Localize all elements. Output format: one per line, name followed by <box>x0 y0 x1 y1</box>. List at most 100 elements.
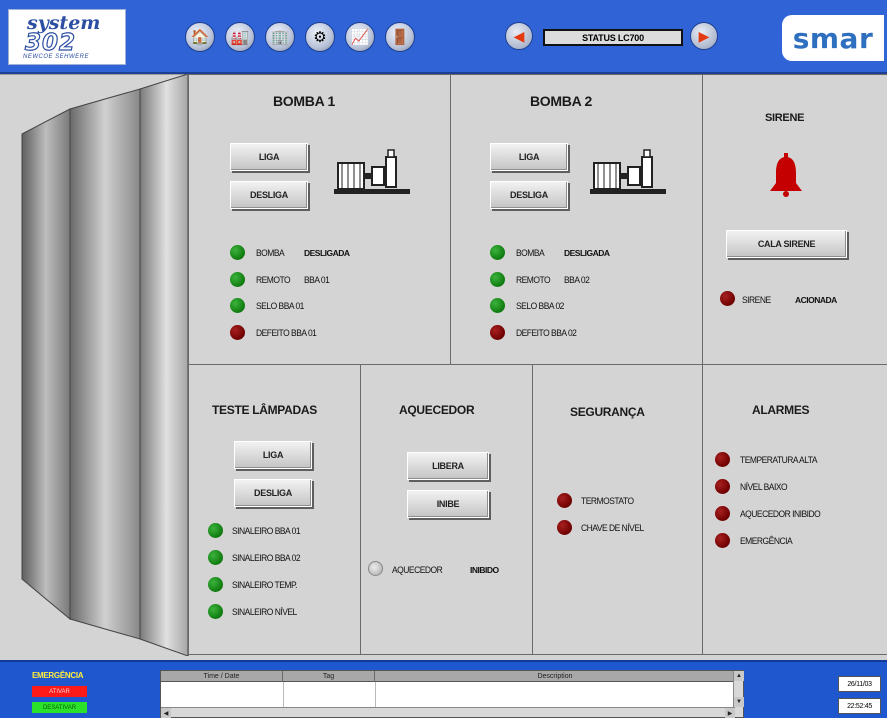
scroll-down-icon[interactable]: ▼ <box>734 697 744 707</box>
bomba2-selo-indicator <box>490 298 505 313</box>
bomba1-selo-indicator <box>230 298 245 313</box>
alarme-emergencia-label: EMERGÊNCIA <box>740 535 793 547</box>
bomba1-defeito-label: DEFEITO BBA 01 <box>256 327 317 339</box>
bomba2-desliga-button[interactable]: DESLIGA <box>490 181 568 209</box>
bomba2-title: BOMBA 2 <box>530 93 592 109</box>
aquecedor-title: AQUECEDOR <box>399 403 475 417</box>
sinaleiro-bba02-indicator <box>208 550 223 565</box>
bomba2-liga-button[interactable]: LIGA <box>490 143 568 171</box>
logo-line2: 302 <box>24 29 77 56</box>
teste-desliga-button[interactable]: DESLIGA <box>234 479 312 507</box>
settings-button[interactable]: ⚙ <box>305 22 335 52</box>
exit-button[interactable]: 🚪 <box>385 22 415 52</box>
status-lc700-button[interactable]: STATUS LC700 <box>543 29 683 46</box>
seguranca-title: SEGURANÇA <box>570 405 645 419</box>
sirene-label: SIRENE <box>742 294 771 306</box>
emergencia-desativar-button[interactable]: DESATIVAR <box>32 702 87 713</box>
bomba1-status-value: DESLIGADA <box>304 248 350 258</box>
factory-icon: 🏭 <box>230 28 250 46</box>
teste-liga-button[interactable]: LIGA <box>234 441 312 469</box>
aquecedor-indicator <box>368 561 383 576</box>
bomba2-defeito-label: DEFEITO BBA 02 <box>516 327 577 339</box>
bomba2-status-indicator <box>490 245 505 260</box>
aquecedor-inibe-button[interactable]: INIBE <box>407 490 489 518</box>
alarme-temperatura-label: TEMPERATURA ALTA <box>740 454 818 466</box>
termostato-label: TERMOSTATO <box>581 495 634 507</box>
pump-icon <box>334 149 410 194</box>
alarme-aquecedor-indicator <box>715 506 730 521</box>
sinaleiro-nivel-indicator <box>208 604 223 619</box>
prev-screen-button[interactable]: ◀ <box>505 22 533 50</box>
bomba2-defeito-indicator <box>490 325 505 340</box>
alarme-aquecedor-label: AQUECEDOR INIBIDO <box>740 508 821 520</box>
column-time-date[interactable]: Time / Date <box>161 671 283 682</box>
cabinet-illustration <box>0 74 190 656</box>
logo-line3: NEWCOE SEHWERE <box>23 54 90 60</box>
bomba2-remoto-label: REMOTO <box>516 274 551 286</box>
teste-lampadas-title: TESTE LÂMPADAS <box>212 403 317 417</box>
bomba1-remoto-value: BBA 01 <box>304 274 330 286</box>
chave-nivel-label: CHAVE DE NÍVEL <box>581 522 644 534</box>
aquecedor-value: INIBIDO <box>470 565 499 575</box>
alarm-table-header: Time / Date Tag Description <box>161 671 735 682</box>
emergencia-ativar-button[interactable]: ATIVAR <box>32 686 87 697</box>
sirene-indicator <box>720 291 735 306</box>
bomba1-title: BOMBA 1 <box>273 93 335 109</box>
chave-nivel-indicator <box>557 520 572 535</box>
alarme-temperatura-indicator <box>715 452 730 467</box>
arrow-left-icon: ◀ <box>513 28 525 44</box>
bomba1-liga-button[interactable]: LIGA <box>230 143 308 171</box>
bomba1-selo-label: SELO BBA 01 <box>256 300 304 312</box>
home-button[interactable]: 🏠 <box>185 22 215 52</box>
arrow-right-icon: ▶ <box>698 28 710 44</box>
alarme-nivel-indicator <box>715 479 730 494</box>
bell-icon <box>770 153 802 197</box>
sinaleiro-bba01-indicator <box>208 523 223 538</box>
column-tag[interactable]: Tag <box>283 671 375 682</box>
emergencia-title: EMERGÊNCIA <box>32 671 84 680</box>
bomba1-desliga-button[interactable]: DESLIGA <box>230 181 308 209</box>
bomba1-remoto-indicator <box>230 272 245 287</box>
bomba1-remoto-label: REMOTO <box>256 274 291 286</box>
header-bar: system 302 NEWCOE SEHWERE 🏠 🏭 🏢 ⚙ 📈 🚪 ◀ … <box>0 0 887 74</box>
system302-logo: system 302 NEWCOE SEHWERE <box>8 9 126 65</box>
building-icon: 🏢 <box>270 28 290 46</box>
footer-bar: EMERGÊNCIA ATIVAR DESATIVAR Time / Date … <box>0 660 887 718</box>
building-button[interactable]: 🏢 <box>265 22 295 52</box>
scroll-up-icon[interactable]: ▲ <box>734 671 744 681</box>
alarmes-title: ALARMES <box>752 403 810 417</box>
smar-logo-text: smar <box>792 21 874 55</box>
smar-logo: smar <box>782 15 884 61</box>
sinaleiro-bba02-label: SINALEIRO BBA 02 <box>232 552 301 564</box>
trend-button[interactable]: 📈 <box>345 22 375 52</box>
current-time: 22:52:45 <box>838 698 881 714</box>
alarme-nivel-label: NÍVEL BAIXO <box>740 481 788 493</box>
scroll-left-icon[interactable]: ◀ <box>161 708 171 718</box>
bomba1-status-indicator <box>230 245 245 260</box>
bomba2-status-value: DESLIGADA <box>564 248 610 258</box>
home-icon: 🏠 <box>190 28 210 46</box>
next-screen-button[interactable]: ▶ <box>690 22 718 50</box>
termostato-indicator <box>557 493 572 508</box>
alarm-log-table[interactable]: Time / Date Tag Description ▲ ▼ ◀ ▶ <box>160 670 744 718</box>
bomba2-status-label: BOMBA <box>516 247 545 259</box>
current-date: 26/11/03 <box>838 676 881 692</box>
main-panel: BOMBA 1 LIGA DESLIGA BOMBA DESLIGADA REM… <box>188 74 887 656</box>
chart-icon: 📈 <box>350 28 370 46</box>
sinaleiro-temp-indicator <box>208 577 223 592</box>
cala-sirene-button[interactable]: CALA SIRENE <box>726 230 847 258</box>
column-description[interactable]: Description <box>375 671 735 682</box>
sirene-title: SIRENE <box>765 112 805 124</box>
sinaleiro-temp-label: SINALEIRO TEMP. <box>232 579 297 591</box>
bomba2-remoto-indicator <box>490 272 505 287</box>
scroll-right-icon[interactable]: ▶ <box>725 708 735 718</box>
sinaleiro-nivel-label: SINALEIRO NÍVEL <box>232 606 297 618</box>
sirene-value: ACIONADA <box>795 295 837 305</box>
aquecedor-libera-button[interactable]: LIBERA <box>407 452 489 480</box>
plant-button[interactable]: 🏭 <box>225 22 255 52</box>
alarm-table-hscroll[interactable]: ◀ ▶ <box>161 707 735 718</box>
aquecedor-label: AQUECEDOR <box>392 564 443 576</box>
bomba2-remoto-value: BBA 02 <box>564 274 590 286</box>
bomba1-status-label: BOMBA <box>256 247 285 259</box>
sinaleiro-bba01-label: SINALEIRO BBA 01 <box>232 525 301 537</box>
